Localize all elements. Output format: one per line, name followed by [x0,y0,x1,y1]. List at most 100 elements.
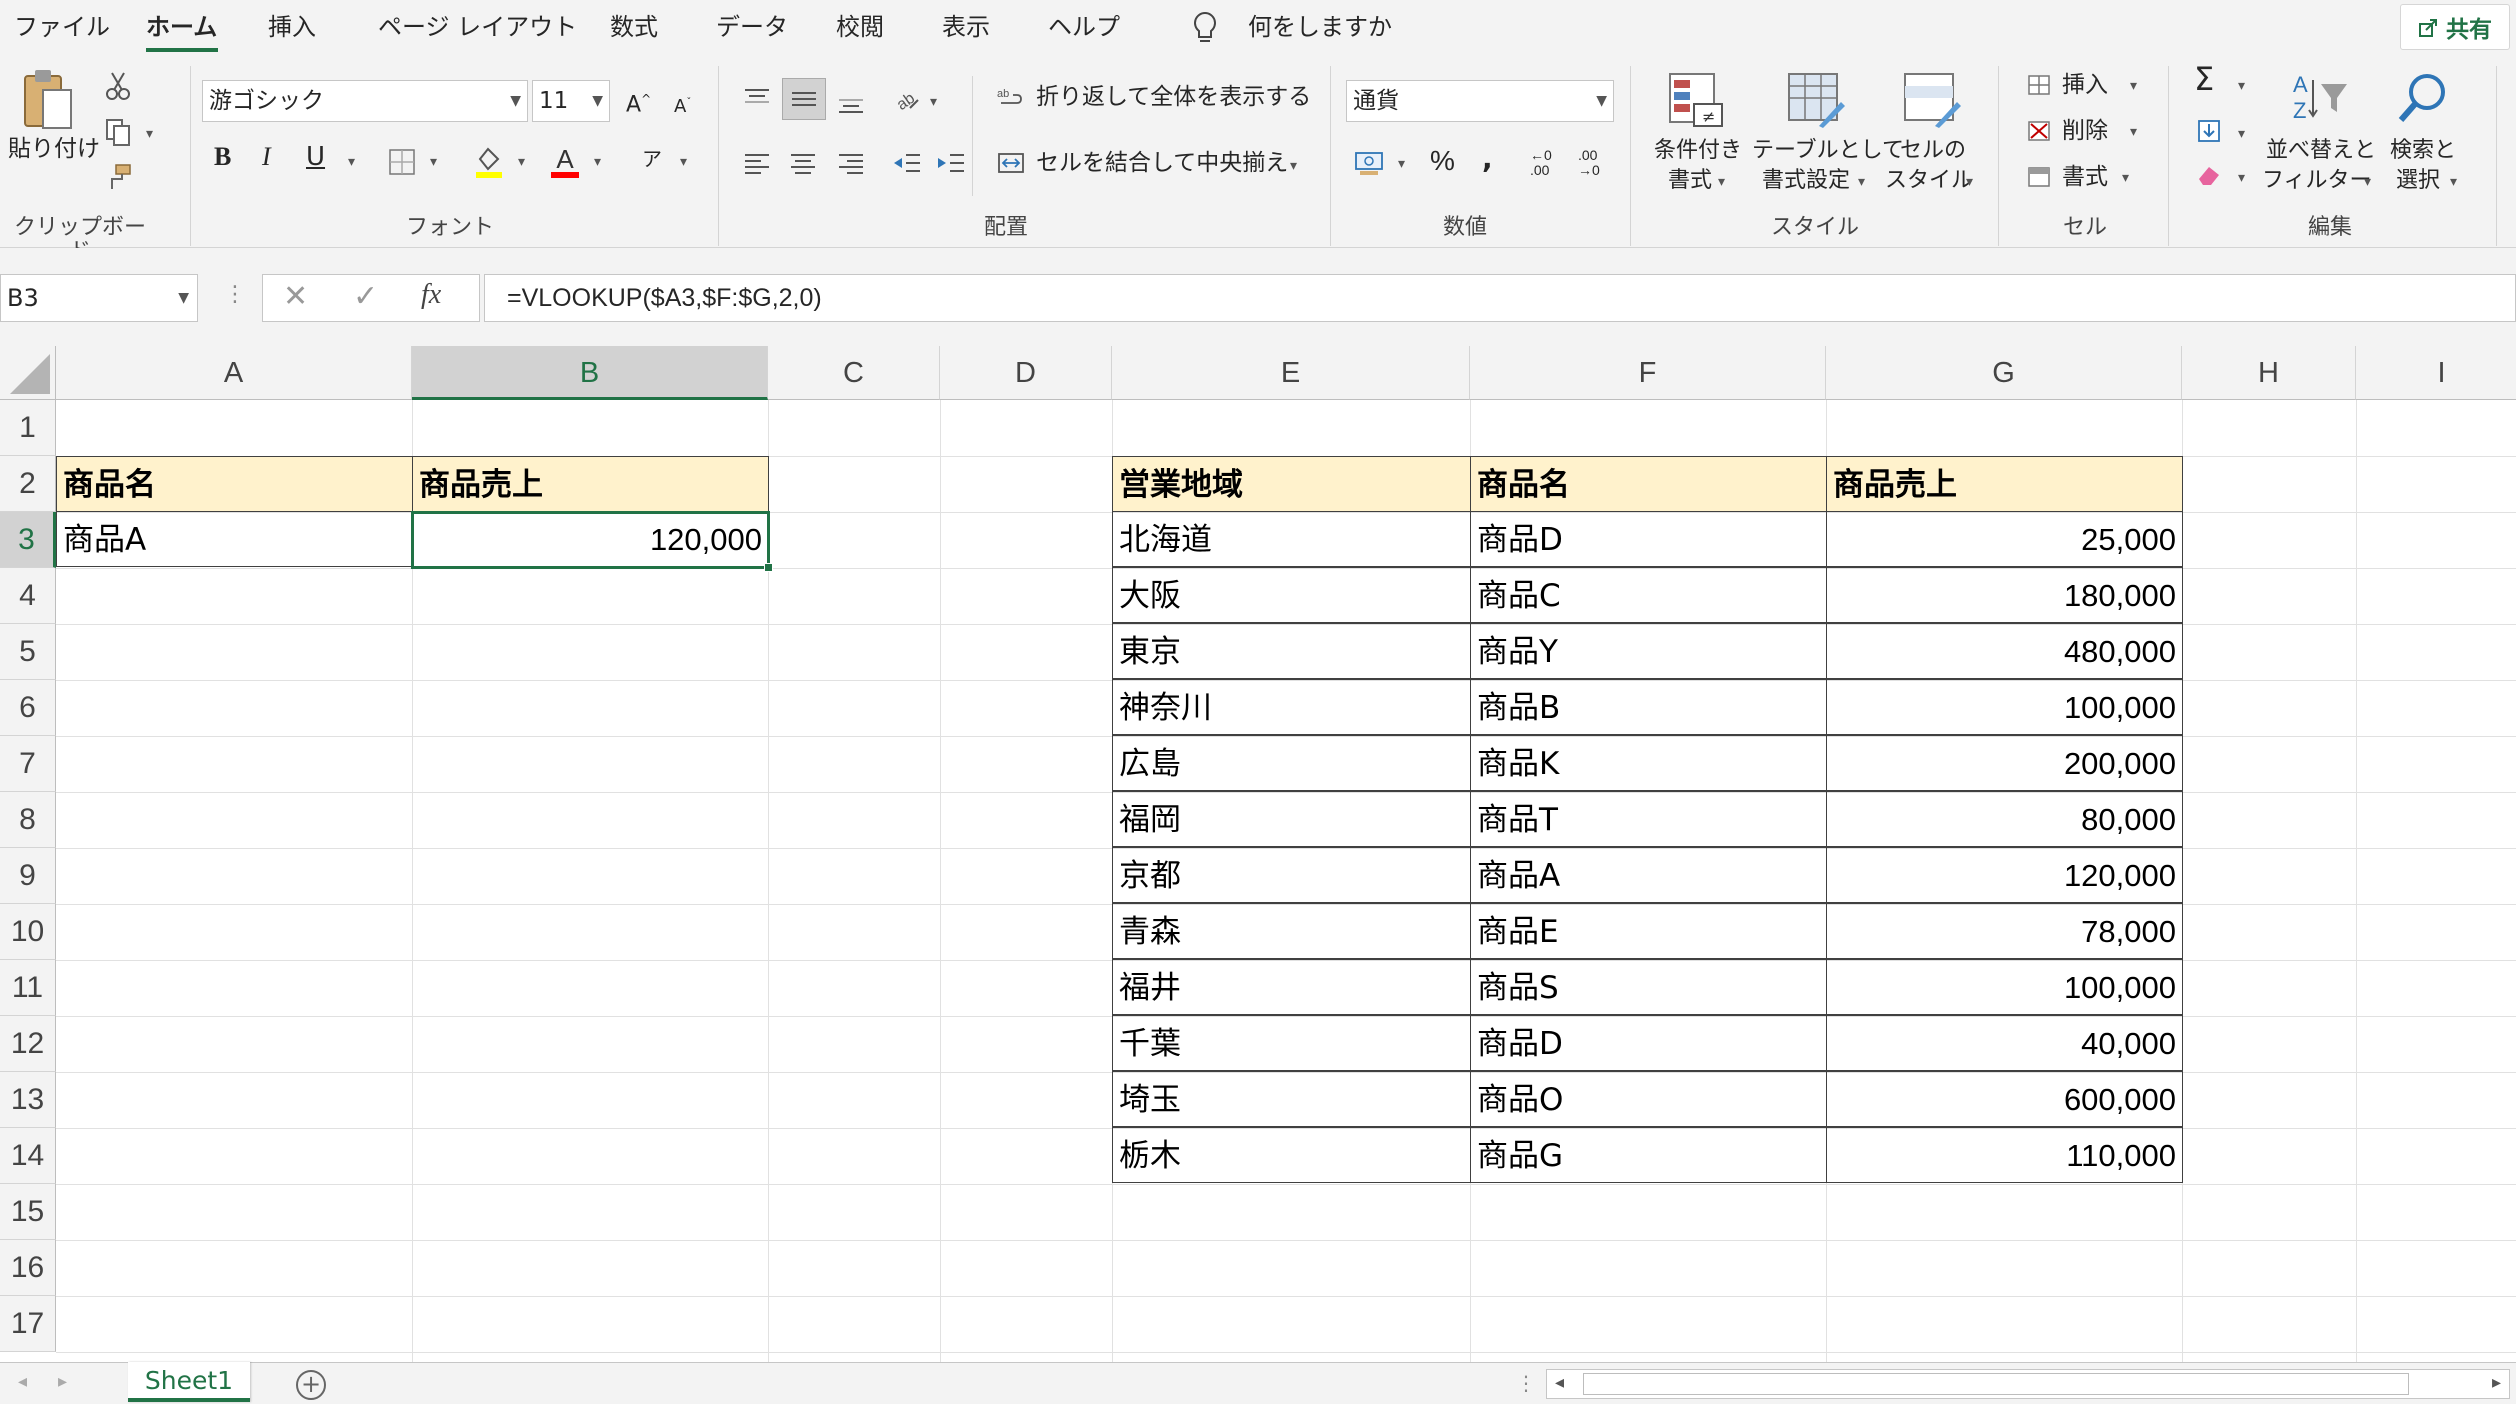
chevron-down-icon[interactable]: ▾ [2122,170,2129,186]
table-cell-sales[interactable]: 180,000 [1826,567,2183,623]
increase-indent-icon[interactable] [934,148,968,178]
table-cell-region[interactable]: 京都 [1112,847,1471,903]
table-cell-product[interactable]: 商品D [1470,511,1827,567]
autosum-icon[interactable]: Σ [2194,63,2214,95]
italic-button[interactable]: I [262,142,271,172]
find-select-label-1[interactable]: 検索と [2386,136,2460,166]
decrease-font-icon[interactable]: Aˇ [674,88,691,122]
clear-icon[interactable] [2194,160,2224,190]
row-header-2[interactable]: 2 [0,456,56,512]
add-sheet-icon[interactable]: + [296,1370,326,1400]
chevron-down-icon[interactable]: ▾ [2130,78,2137,94]
table-header-product[interactable]: 商品名 [1470,456,1827,512]
table-cell-sales[interactable]: 200,000 [1826,735,2183,791]
more-options-icon[interactable]: ⋮ [224,282,246,307]
table-cell-product[interactable]: 商品A [1470,847,1827,903]
currency-icon[interactable] [1352,146,1386,180]
row-header-4[interactable]: 4 [0,568,56,624]
table-cell-product[interactable]: 商品O [1470,1071,1827,1127]
format-cells-icon[interactable] [2024,162,2054,192]
table-cell-sales[interactable]: 40,000 [1826,1015,2183,1071]
name-box[interactable]: B3 ▼ [0,274,198,322]
table-cell-sales[interactable]: 25,000 [1826,511,2183,567]
row-header-14[interactable]: 14 [0,1128,56,1184]
delete-cells-icon[interactable] [2024,116,2054,146]
scroll-left-arrow-icon[interactable]: ◂ [1555,1372,1564,1393]
underline-button[interactable]: U [306,142,325,172]
font-name-select[interactable]: 游ゴシック ▼ [202,80,528,122]
paste-label[interactable]: 貼り付け [8,134,100,164]
cell-a3[interactable]: 商品A [56,511,413,567]
fill-color-icon[interactable] [472,144,506,180]
row-header-7[interactable]: 7 [0,736,56,792]
more-options-icon[interactable]: ⋮ [1516,1371,1536,1395]
row-header-16[interactable]: 16 [0,1240,56,1296]
table-cell-product[interactable]: 商品Y [1470,623,1827,679]
table-cell-product[interactable]: 商品B [1470,679,1827,735]
column-header-i[interactable]: I [2356,346,2516,400]
chevron-down-icon[interactable]: ▾ [1966,174,1973,190]
cell-b3[interactable]: 120,000 [412,511,769,567]
scrollbar-thumb[interactable] [1583,1373,2409,1395]
chevron-down-icon[interactable]: ▾ [1718,174,1725,190]
borders-icon[interactable] [386,146,418,178]
fill-handle[interactable] [764,563,773,572]
cell-b2[interactable]: 商品売上 [412,456,769,512]
column-header-d[interactable]: D [940,346,1112,400]
tab-help[interactable]: ヘルプ [1048,10,1120,44]
table-cell-sales[interactable]: 480,000 [1826,623,2183,679]
row-header-13[interactable]: 13 [0,1072,56,1128]
row-header-11[interactable]: 11 [0,960,56,1016]
table-cell-sales[interactable]: 120,000 [1826,847,2183,903]
align-left-icon[interactable] [740,148,774,178]
align-right-icon[interactable] [834,148,868,178]
cell-styles-icon[interactable] [1900,68,1964,132]
table-cell-sales[interactable]: 100,000 [1826,959,2183,1015]
table-cell-region[interactable]: 福井 [1112,959,1471,1015]
format-painter-icon[interactable] [102,162,134,194]
tab-insert[interactable]: 挿入 [268,10,316,44]
orientation-icon[interactable]: ab [890,82,924,116]
font-color-icon[interactable]: A [548,142,582,180]
select-all-button[interactable] [0,346,56,400]
row-header-5[interactable]: 5 [0,624,56,680]
fill-color-dropdown-icon[interactable]: ▾ [518,154,525,170]
column-header-b[interactable]: B [412,346,768,400]
row-header-15[interactable]: 15 [0,1184,56,1240]
phonetic-icon[interactable]: ア [642,144,662,174]
tell-me-search[interactable]: 何をしますか [1248,10,1392,44]
table-cell-region[interactable]: 千葉 [1112,1015,1471,1071]
table-cell-product[interactable]: 商品K [1470,735,1827,791]
column-header-g[interactable]: G [1826,346,2182,400]
tab-formulas[interactable]: 数式 [610,10,658,44]
table-cell-region[interactable]: 東京 [1112,623,1471,679]
decrease-decimal-icon[interactable]: .00 →0 [1578,148,1600,178]
table-cell-region[interactable]: 栃木 [1112,1127,1471,1183]
share-button[interactable]: 共有 [2400,4,2510,50]
bold-button[interactable]: B [214,142,231,172]
align-center-icon[interactable] [786,148,820,178]
copy-dropdown-icon[interactable]: ▾ [146,126,153,142]
table-cell-sales[interactable]: 80,000 [1826,791,2183,847]
tab-home[interactable]: ホーム [146,10,217,44]
tab-view[interactable]: 表示 [942,10,990,44]
table-cell-sales[interactable]: 100,000 [1826,679,2183,735]
sheet-tab-sheet1[interactable]: Sheet1 [128,1362,250,1402]
scroll-left-icon[interactable]: ◂ [18,1371,27,1392]
chevron-down-icon[interactable]: ▾ [2130,124,2137,140]
column-header-a[interactable]: A [56,346,412,400]
table-cell-region[interactable]: 福岡 [1112,791,1471,847]
wrap-text-button[interactable]: 折り返して全体を表示する [1036,82,1311,112]
conditional-formatting-label-1[interactable]: 条件付き [1648,136,1748,166]
chevron-down-icon[interactable]: ▾ [2238,78,2245,94]
horizontal-scrollbar[interactable]: ◂ ▸ [1546,1369,2510,1399]
format-cells-button[interactable]: 書式 [2062,162,2108,192]
table-cell-region[interactable]: 北海道 [1112,511,1471,567]
table-header-sales[interactable]: 商品売上 [1826,456,2183,512]
cell-styles-label-2[interactable]: スタイル [1884,166,1974,196]
chevron-down-icon[interactable]: ▾ [2238,170,2245,186]
paste-button[interactable] [12,66,82,136]
cell-styles-label-1[interactable]: セルの [1896,136,1970,166]
row-header-9[interactable]: 9 [0,848,56,904]
table-cell-region[interactable]: 大阪 [1112,567,1471,623]
